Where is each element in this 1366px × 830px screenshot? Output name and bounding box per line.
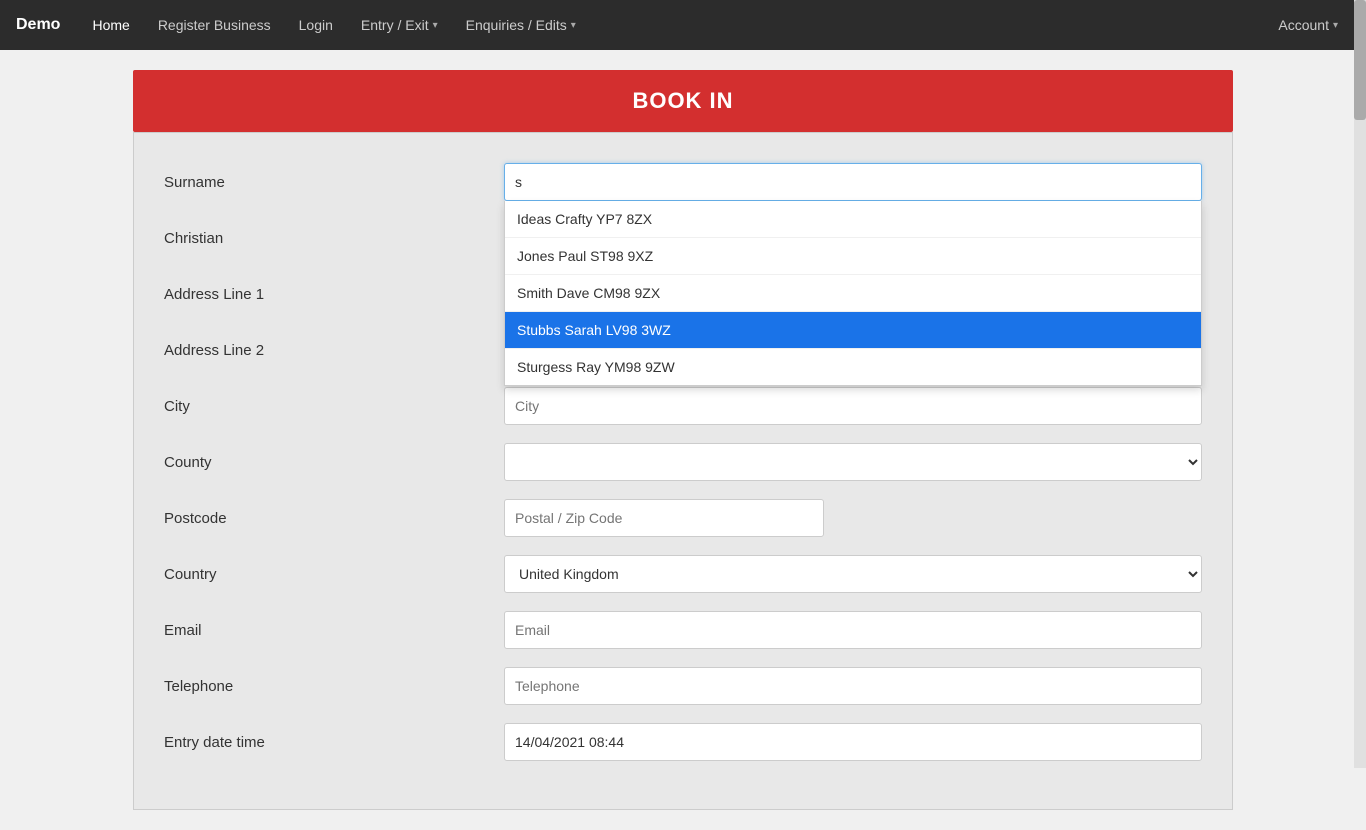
autocomplete-item-2[interactable]: Smith Dave CM98 9ZX bbox=[505, 275, 1201, 312]
account-dropdown-arrow: ▾ bbox=[1333, 20, 1338, 31]
city-input[interactable] bbox=[504, 387, 1202, 425]
nav-entry-exit[interactable]: Entry / Exit ▾ bbox=[349, 11, 450, 39]
brand-logo[interactable]: Demo bbox=[16, 16, 60, 34]
autocomplete-wrapper: Ideas Crafty YP7 8ZX Jones Paul ST98 9XZ… bbox=[504, 163, 1202, 201]
nav-enquiries-edits[interactable]: Enquiries / Edits ▾ bbox=[454, 11, 588, 39]
surname-input[interactable] bbox=[504, 163, 1202, 201]
enquiries-edits-dropdown-arrow: ▾ bbox=[571, 20, 576, 31]
surname-label: Surname bbox=[164, 174, 504, 191]
nav-home[interactable]: Home bbox=[80, 11, 141, 39]
county-row: County bbox=[164, 443, 1202, 481]
telephone-row: Telephone bbox=[164, 667, 1202, 705]
christian-label: Christian bbox=[164, 230, 504, 247]
address2-label: Address Line 2 bbox=[164, 342, 504, 359]
entry-date-row: Entry date time bbox=[164, 723, 1202, 761]
email-row: Email bbox=[164, 611, 1202, 649]
postcode-row: Postcode bbox=[164, 499, 1202, 537]
entry-date-input[interactable] bbox=[504, 723, 1202, 761]
postcode-label: Postcode bbox=[164, 510, 504, 527]
county-select[interactable] bbox=[504, 443, 1202, 481]
email-input[interactable] bbox=[504, 611, 1202, 649]
autocomplete-item-4[interactable]: Sturgess Ray YM98 9ZW bbox=[505, 349, 1201, 385]
surname-row: Surname Ideas Crafty YP7 8ZX Jones Paul … bbox=[164, 163, 1202, 201]
autocomplete-item-1[interactable]: Jones Paul ST98 9XZ bbox=[505, 238, 1201, 275]
nav-login[interactable]: Login bbox=[287, 11, 345, 39]
autocomplete-dropdown: Ideas Crafty YP7 8ZX Jones Paul ST98 9XZ… bbox=[504, 201, 1202, 386]
country-select[interactable]: United Kingdom United States Canada Aust… bbox=[504, 555, 1202, 593]
nav-account[interactable]: Account ▾ bbox=[1266, 11, 1350, 39]
scrollbar[interactable] bbox=[1354, 0, 1366, 768]
scrollbar-thumb[interactable] bbox=[1354, 0, 1366, 120]
form-card: Surname Ideas Crafty YP7 8ZX Jones Paul … bbox=[133, 132, 1233, 810]
nav-register-business[interactable]: Register Business bbox=[146, 11, 283, 39]
entry-date-label: Entry date time bbox=[164, 734, 504, 751]
county-label: County bbox=[164, 454, 504, 471]
address1-label: Address Line 1 bbox=[164, 286, 504, 303]
country-label: Country bbox=[164, 566, 504, 583]
book-in-header: BOOK IN bbox=[133, 70, 1233, 132]
navbar: Demo Home Register Business Login Entry … bbox=[0, 0, 1366, 50]
telephone-input[interactable] bbox=[504, 667, 1202, 705]
email-label: Email bbox=[164, 622, 504, 639]
country-row: Country United Kingdom United States Can… bbox=[164, 555, 1202, 593]
telephone-label: Telephone bbox=[164, 678, 504, 695]
city-row: City bbox=[164, 387, 1202, 425]
autocomplete-item-0[interactable]: Ideas Crafty YP7 8ZX bbox=[505, 201, 1201, 238]
nav-links: Home Register Business Login Entry / Exi… bbox=[80, 11, 1266, 39]
autocomplete-item-3[interactable]: Stubbs Sarah LV98 3WZ bbox=[505, 312, 1201, 349]
city-label: City bbox=[164, 398, 504, 415]
entry-exit-dropdown-arrow: ▾ bbox=[433, 20, 438, 31]
page-container: BOOK IN Surname Ideas Crafty YP7 8ZX Jon… bbox=[123, 50, 1243, 830]
postcode-input[interactable] bbox=[504, 499, 824, 537]
